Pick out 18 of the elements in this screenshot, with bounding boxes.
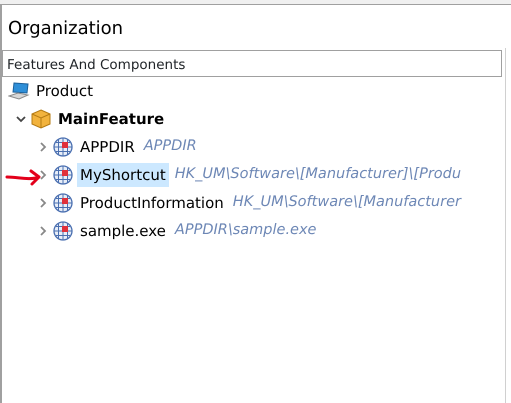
column-header[interactable]: Features And Components xyxy=(2,50,502,77)
tree-item[interactable]: MyShortcut xyxy=(77,162,169,188)
globe-icon xyxy=(52,192,74,214)
panel-title: Organization xyxy=(7,17,124,41)
tree-item[interactable]: MainFeature xyxy=(55,106,168,132)
item-path: HK_UM\Software\[Manufacturer xyxy=(232,193,461,212)
tree-item[interactable]: Product xyxy=(33,78,96,104)
globe-icon xyxy=(52,164,74,186)
item-path: HK_UM\Software\[Manufacturer]\[Produ xyxy=(174,165,462,184)
item-path: APPDIR xyxy=(144,137,197,156)
globe-icon xyxy=(52,136,74,158)
tree-item[interactable]: sample.exe xyxy=(77,218,169,244)
item-path: APPDIR\sample.exe xyxy=(174,221,316,240)
tree-item[interactable]: ProductInformation xyxy=(77,190,227,216)
tree-item[interactable]: APPDIR xyxy=(77,134,138,160)
globe-icon xyxy=(52,220,74,242)
box-icon xyxy=(30,108,52,130)
computer-icon xyxy=(8,80,30,102)
